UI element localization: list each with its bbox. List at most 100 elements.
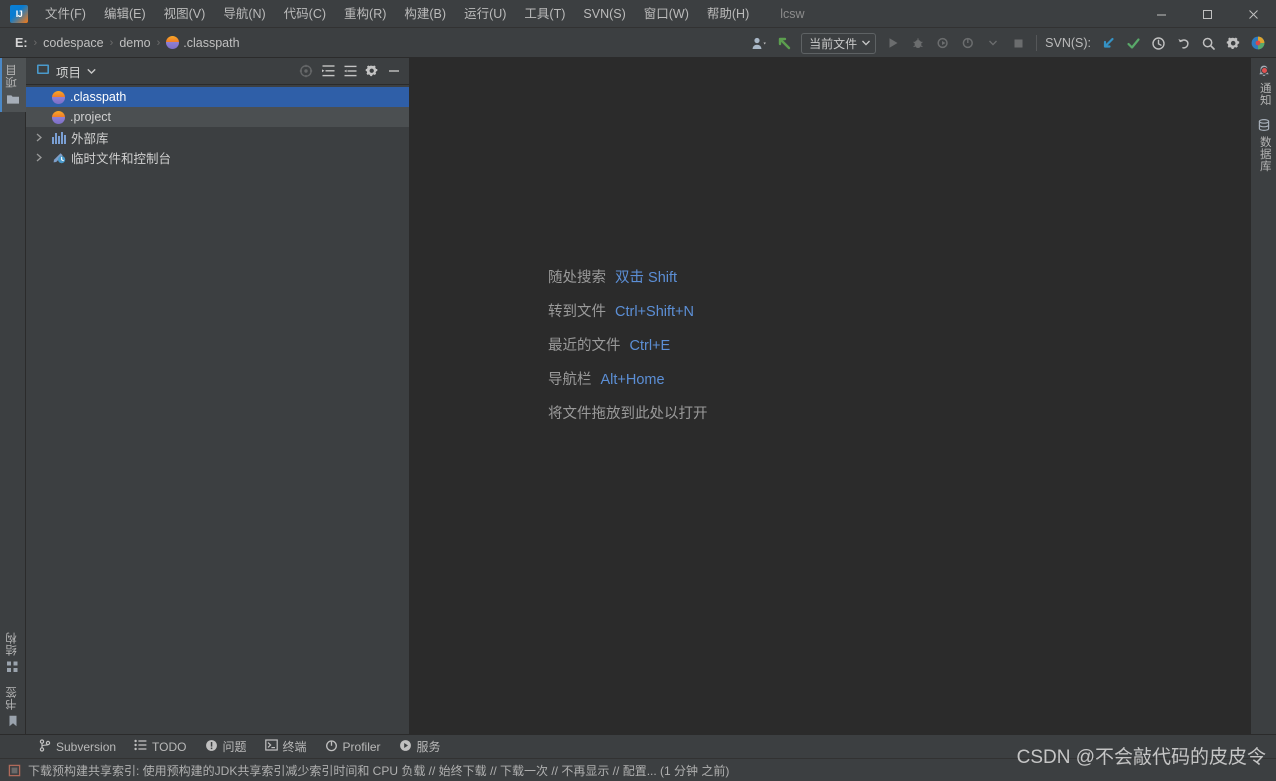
profiler-icon (325, 739, 338, 755)
tree-row[interactable]: .project (26, 107, 409, 127)
stop-button[interactable] (1006, 32, 1030, 54)
search-everywhere-button[interactable] (1196, 32, 1220, 54)
right-stripe-top-group: 通知 数据库 (1251, 58, 1276, 178)
tree-item-label: .project (70, 110, 111, 124)
menu-tools[interactable]: 工具(T) (515, 1, 574, 27)
hint-go-to-file: 转到文件 Ctrl+Shift+N (548, 300, 708, 321)
tree-row[interactable]: 外部库 (26, 127, 409, 147)
maximize-icon (1202, 9, 1212, 19)
hint-shortcut: 双击 Shift (615, 270, 678, 286)
hide-panel-icon (389, 70, 399, 72)
svn-update-icon (1103, 37, 1114, 48)
stripe-button-bookmarks[interactable]: 书签 (0, 680, 26, 734)
breadcrumb-classpath[interactable]: .classpath (161, 34, 244, 52)
chevron-down-icon (989, 40, 998, 46)
xml-file-icon (52, 90, 65, 104)
breadcrumb-drive[interactable]: E: (10, 34, 33, 52)
menu-refactor[interactable]: 重构(R) (335, 1, 395, 27)
select-opened-file-icon (299, 64, 313, 78)
menu-edit[interactable]: 编辑(E) (95, 1, 155, 27)
hint-search-everywhere: 随处搜索 双击 Shift (548, 266, 708, 287)
history-button[interactable] (1146, 32, 1170, 54)
update-project-button[interactable] (772, 32, 796, 54)
toolwindow-button-services[interactable]: 服务 (390, 736, 450, 757)
hint-label: 随处搜索 (548, 270, 606, 286)
stripe-button-structure[interactable]: 结构 (0, 626, 26, 680)
maximize-button[interactable] (1184, 0, 1230, 28)
svn-commit-button[interactable] (1121, 32, 1145, 54)
user-settings-button[interactable] (747, 32, 771, 54)
menu-build[interactable]: 构建(B) (395, 1, 455, 27)
project-panel-dropdown[interactable] (87, 68, 96, 75)
tree-row[interactable]: 临时文件和控制台 (26, 147, 409, 167)
toolbar-actions: 当前文件 SVN(S): (747, 28, 1270, 58)
stripe-label-notifications: 通知 (1258, 82, 1271, 106)
expand-chevron-icon[interactable] (34, 133, 43, 142)
menu-navigate[interactable]: 导航(N) (214, 1, 274, 27)
search-everywhere-icon (1202, 37, 1215, 50)
toolwindow-label: Profiler (342, 739, 381, 754)
stripe-button-project[interactable]: 项目 (0, 58, 26, 112)
external-libraries-icon (52, 131, 66, 144)
menu-view[interactable]: 视图(V) (155, 1, 215, 27)
run-configuration-selector[interactable]: 当前文件 (801, 32, 877, 54)
menu-code[interactable]: 代码(C) (275, 1, 335, 27)
event-log-icon[interactable] (8, 764, 21, 777)
collapse-all-button[interactable] (339, 61, 361, 81)
menu-svn[interactable]: SVN(S) (574, 1, 634, 27)
toolwindow-label: 终端 (282, 740, 307, 754)
select-opened-file-button[interactable] (295, 61, 317, 81)
breadcrumb-codespace[interactable]: codespace (38, 34, 108, 52)
rollback-button[interactable] (1171, 32, 1195, 54)
profile-dropdown-button[interactable] (981, 32, 1005, 54)
status-message[interactable]: 下载预构建共享索引: 使用预构建的JDK共享索引减少索引时间和 CPU 负载 /… (28, 762, 729, 779)
run-with-coverage-button[interactable] (931, 32, 955, 54)
database-icon (1257, 118, 1271, 132)
rollback-icon (1177, 38, 1189, 49)
toolwindow-button-terminal[interactable]: 终端 (256, 736, 316, 757)
hide-panel-button[interactable] (383, 61, 405, 81)
stripe-button-notifications[interactable]: 通知 (1251, 58, 1276, 112)
tree-row[interactable]: .classpath (26, 87, 409, 107)
account-button[interactable] (1246, 32, 1270, 54)
status-bar: 下载预构建共享索引: 使用预构建的JDK共享索引减少索引时间和 CPU 负载 /… (0, 758, 1276, 781)
project-settings-button[interactable] (361, 61, 383, 81)
editor-hints: 随处搜索 双击 Shift 转到文件 Ctrl+Shift+N 最近的文件 Ct… (548, 266, 708, 423)
right-tool-stripe: 通知 数据库 (1250, 58, 1276, 734)
notifications-bell-icon (1257, 64, 1271, 78)
stripe-label-structure: 结构 (6, 632, 19, 656)
menu-help[interactable]: 帮助(H) (698, 1, 758, 27)
main-body: 项目 结构 书签 项目 .classpath .project 外部库 临时文件… (0, 58, 1276, 734)
toolwindow-button-subversion[interactable]: Subversion (30, 737, 125, 757)
expand-all-button[interactable] (317, 61, 339, 81)
editor-empty-area[interactable]: 随处搜索 双击 Shift 转到文件 Ctrl+Shift+N 最近的文件 Ct… (410, 58, 1250, 734)
bookmarks-icon (6, 714, 20, 728)
hint-drop-files: 将文件拖放到此处以打开 (548, 402, 708, 423)
toolwindow-label: 问题 (222, 740, 247, 754)
hint-shortcut: Ctrl+Shift+N (615, 304, 694, 320)
history-clock-icon (1151, 36, 1165, 50)
minimize-button[interactable] (1138, 0, 1184, 28)
menu-run[interactable]: 运行(U) (455, 1, 515, 27)
services-icon (399, 739, 412, 755)
expand-all-icon (321, 65, 334, 77)
toolwindow-button-todo[interactable]: TODO (125, 737, 195, 756)
expand-chevron-icon[interactable] (34, 153, 43, 162)
hint-label: 将文件拖放到此处以打开 (548, 406, 708, 422)
project-panel-icon (6, 92, 20, 106)
breadcrumb-demo[interactable]: demo (114, 34, 155, 52)
profile-button[interactable] (956, 32, 980, 54)
close-button[interactable] (1230, 0, 1276, 28)
menu-file[interactable]: 文件(F) (36, 1, 95, 27)
debug-icon (913, 38, 923, 48)
debug-button[interactable] (906, 32, 930, 54)
toolwindow-button-problems[interactable]: 问题 (196, 736, 256, 757)
menu-window[interactable]: 窗口(W) (635, 1, 698, 27)
toolwindow-button-profiler[interactable]: Profiler (316, 737, 390, 757)
settings-button[interactable] (1221, 32, 1245, 54)
stripe-button-database[interactable]: 数据库 (1251, 112, 1276, 178)
svn-update-button[interactable] (1096, 32, 1120, 54)
todo-list-icon (134, 739, 147, 754)
project-panel-title: 项目 (56, 65, 82, 80)
run-button[interactable] (881, 32, 905, 54)
